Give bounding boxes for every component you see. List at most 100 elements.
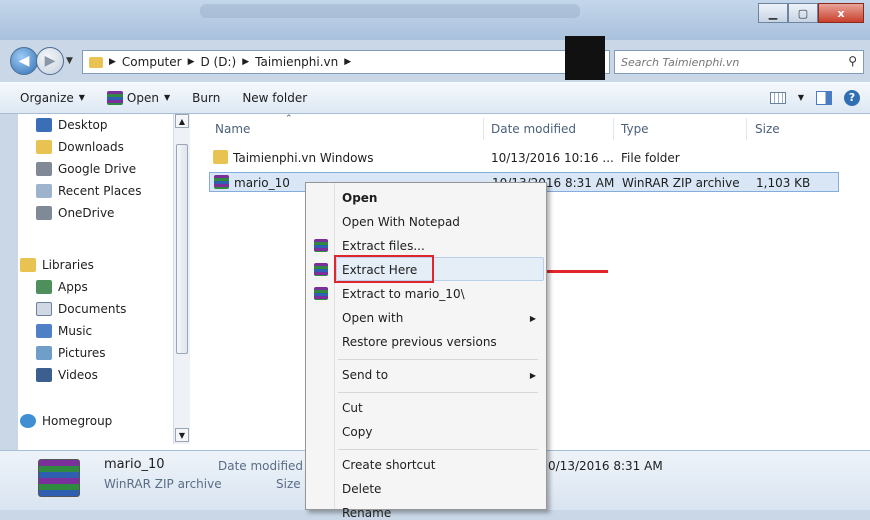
menu-item-open-with[interactable]: Open with [342, 311, 403, 325]
nav-pane-scrollbar[interactable]: ▲ ▼ [173, 114, 190, 444]
menu-item-open-with-notepad[interactable]: Open With Notepad [342, 215, 460, 229]
chevron-down-icon: ▼ [78, 93, 85, 102]
nav-item-label: Libraries [42, 258, 94, 272]
menu-gutter [334, 183, 335, 509]
menu-item-cut[interactable]: Cut [342, 401, 363, 415]
apps-icon [36, 280, 52, 294]
nav-item-documents[interactable]: Documents [36, 302, 126, 316]
help-icon[interactable]: ? [844, 89, 860, 106]
view-controls: ▼ ? [769, 89, 860, 106]
breadcrumb-separator: ▶ [344, 57, 352, 67]
nav-item-libraries[interactable]: Libraries [20, 258, 94, 272]
breadcrumb-drive[interactable]: D (D:) [201, 55, 237, 69]
nav-item-label: Homegroup [42, 414, 113, 428]
winrar-icon [38, 459, 80, 497]
videos-icon [36, 368, 52, 382]
redaction-block [565, 36, 605, 80]
menu-item-open[interactable]: Open [342, 191, 377, 205]
file-date: 10/13/2016 10:16 ... [491, 151, 614, 165]
winrar-icon [314, 239, 328, 252]
menu-item-extract-files[interactable]: Extract files... [342, 239, 425, 253]
view-options-icon[interactable] [769, 91, 786, 104]
details-file-name: mario_10 [104, 457, 165, 472]
nav-item-pictures[interactable]: Pictures [36, 346, 106, 360]
nav-item-music[interactable]: Music [36, 324, 92, 338]
column-divider[interactable] [613, 118, 614, 140]
title-bar: ▁ ▢ x [0, 0, 870, 40]
burn-button[interactable]: Burn [192, 91, 220, 105]
menu-item-send-to[interactable]: Send to [342, 368, 388, 382]
context-menu: Open Open With Notepad Extract files... … [305, 182, 547, 520]
title-blur [200, 4, 580, 18]
downloads-icon [36, 140, 52, 154]
onedrive-icon [36, 206, 52, 220]
column-divider[interactable] [746, 118, 747, 140]
table-row[interactable]: Taimienphi.vn Windows 10/13/2016 10:16 .… [209, 148, 839, 168]
nav-item-onedrive[interactable]: OneDrive [36, 206, 114, 220]
search-input[interactable] [621, 55, 821, 69]
nav-item-label: Documents [58, 302, 127, 316]
nav-item-label: Pictures [58, 346, 106, 360]
nav-item-label: Apps [58, 280, 88, 294]
nav-item-recent-places[interactable]: Recent Places [36, 184, 141, 198]
breadcrumb-folder[interactable]: Taimienphi.vn [255, 55, 338, 69]
forward-button[interactable]: ▶ [36, 47, 64, 75]
nav-item-label: Music [58, 324, 93, 338]
submenu-arrow-icon: ▶ [529, 314, 536, 323]
menu-item-delete[interactable]: Delete [342, 482, 381, 496]
column-header-size[interactable]: Size [755, 122, 780, 136]
open-button[interactable]: Open ▼ [106, 90, 171, 105]
folder-icon [89, 56, 103, 68]
chevron-down-icon: ▼ [163, 93, 171, 102]
nav-item-homegroup[interactable]: Homegroup [20, 414, 112, 428]
menu-item-restore-previous[interactable]: Restore previous versions [342, 335, 497, 349]
maximize-button[interactable]: ▢ [788, 3, 818, 23]
preview-pane-icon[interactable] [816, 90, 832, 105]
breadcrumb-computer[interactable]: Computer [122, 55, 182, 69]
sort-indicator-icon: ⌃ [285, 114, 293, 124]
nav-item-videos[interactable]: Videos [36, 368, 98, 382]
scroll-down-icon[interactable]: ▼ [175, 428, 189, 442]
recent-places-icon [36, 184, 52, 198]
nav-item-downloads[interactable]: Downloads [36, 140, 124, 154]
command-bar: Organize ▼ Open ▼ Burn New folder ▼ ? [0, 82, 870, 114]
music-icon [36, 324, 52, 338]
file-name: Taimienphi.vn Windows [233, 151, 374, 165]
menu-item-extract-here[interactable]: Extract Here [342, 263, 417, 277]
close-button[interactable]: x [818, 3, 864, 23]
search-box[interactable]: ⚲ [614, 50, 864, 74]
minimize-button[interactable]: ▁ [758, 3, 788, 23]
organize-button[interactable]: Organize ▼ [20, 91, 85, 105]
nav-item-desktop[interactable]: Desktop [36, 118, 108, 132]
navigation-pane: Desktop Downloads Google Drive Recent Pl… [18, 114, 193, 450]
nav-item-apps[interactable]: Apps [36, 280, 88, 294]
file-type: WinRAR ZIP archive [622, 176, 740, 190]
recent-pages-dropdown[interactable]: ▼ [66, 56, 73, 66]
column-divider[interactable] [483, 118, 484, 140]
maximize-icon: ▢ [797, 6, 809, 20]
nav-item-google-drive[interactable]: Google Drive [36, 162, 136, 176]
menu-separator [338, 449, 538, 450]
menu-item-rename[interactable]: Rename [342, 506, 391, 520]
breadcrumb-separator: ▶ [187, 57, 195, 67]
open-label: Open [126, 90, 159, 105]
minimize-icon: ▁ [768, 6, 778, 20]
scrollbar-thumb[interactable] [176, 144, 188, 354]
menu-separator [338, 359, 538, 360]
winrar-icon [106, 90, 123, 105]
search-icon[interactable]: ⚲ [848, 54, 857, 68]
forward-arrow-icon: ▶ [44, 53, 56, 69]
address-bar[interactable]: ▶ Computer ▶ D (D:) ▶ Taimienphi.vn ▶ ▼ … [82, 50, 610, 74]
menu-item-copy[interactable]: Copy [342, 425, 372, 439]
scroll-up-icon[interactable]: ▲ [175, 114, 189, 128]
column-header-type[interactable]: Type [621, 122, 649, 136]
back-button[interactable]: ◀ [10, 47, 38, 75]
details-date-value: 0/13/2016 8:31 AM [548, 459, 663, 473]
menu-item-create-shortcut[interactable]: Create shortcut [342, 458, 435, 472]
column-header-name[interactable]: Name [215, 122, 250, 136]
chevron-down-icon[interactable]: ▼ [798, 93, 804, 102]
menu-item-extract-to[interactable]: Extract to mario_10\ [342, 287, 465, 301]
column-header-date[interactable]: Date modified [491, 122, 576, 136]
new-folder-button[interactable]: New folder [242, 91, 307, 105]
documents-icon [36, 302, 52, 316]
